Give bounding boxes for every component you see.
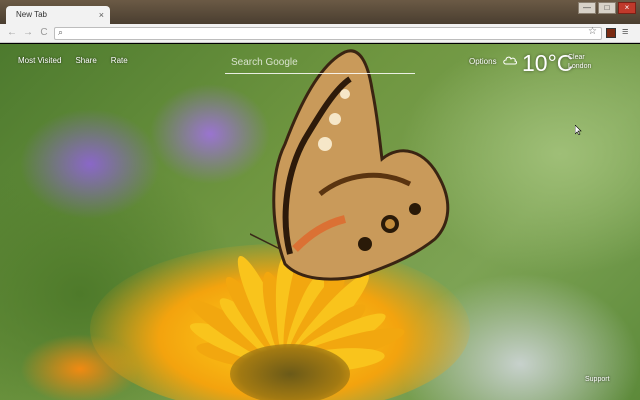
browser-titlebar: New Tab × — □ ×: [0, 0, 640, 24]
reload-icon[interactable]: C: [38, 27, 50, 38]
most-visited-link[interactable]: Most Visited: [18, 56, 61, 65]
flower-center: [230, 344, 350, 400]
share-link[interactable]: Share: [75, 56, 96, 65]
cloud-icon: [503, 56, 517, 65]
tab-title: New Tab: [16, 10, 47, 19]
search-input[interactable]: [225, 52, 415, 73]
browser-toolbar: ← → C ⌕ ☆ ≡: [0, 24, 640, 43]
top-links: Most Visited Share Rate: [18, 56, 128, 65]
temperature: 10°C: [522, 50, 574, 76]
weather-info: Clear London: [568, 53, 591, 71]
address-bar[interactable]: ⌕ ☆: [54, 26, 602, 40]
extension-icon[interactable]: [606, 28, 616, 38]
menu-icon[interactable]: ≡: [622, 26, 628, 38]
maximize-button[interactable]: □: [598, 2, 616, 14]
weather-location: London: [568, 63, 592, 70]
butterfly-image: [250, 49, 450, 281]
close-window-button[interactable]: ×: [618, 2, 636, 14]
forward-icon[interactable]: →: [22, 27, 34, 38]
minimize-button[interactable]: —: [578, 2, 596, 14]
search-box: [225, 52, 415, 74]
tab-close-icon[interactable]: ×: [99, 6, 104, 24]
search-icon: ⌕: [58, 27, 64, 37]
mouse-cursor-icon: [575, 125, 582, 135]
bookmark-star-icon[interactable]: ☆: [588, 26, 597, 37]
window-controls: — □ ×: [578, 2, 636, 14]
rate-link[interactable]: Rate: [111, 56, 128, 65]
weather-condition: Clear: [568, 54, 585, 61]
back-icon[interactable]: ←: [6, 27, 18, 38]
new-tab-page: Most Visited Share Rate Options 10°C Cle…: [0, 44, 640, 400]
support-link[interactable]: Support: [585, 376, 610, 383]
options-link[interactable]: Options: [469, 57, 497, 66]
tab-new-tab[interactable]: New Tab ×: [6, 6, 110, 24]
